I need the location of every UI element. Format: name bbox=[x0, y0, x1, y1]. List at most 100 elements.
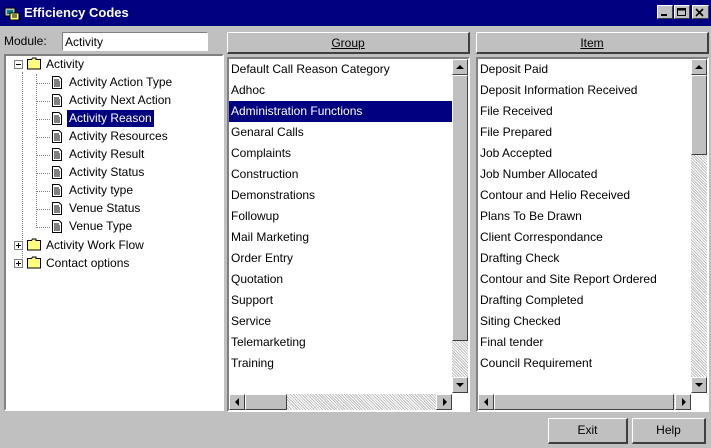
app-icon bbox=[4, 7, 20, 21]
group-list-item[interactable]: Administration Functions bbox=[229, 101, 452, 122]
minimize-button[interactable] bbox=[657, 5, 673, 19]
document-icon bbox=[52, 202, 62, 215]
group-list-item[interactable]: Training bbox=[229, 353, 452, 374]
tree-node-label: Activity bbox=[46, 57, 85, 71]
tree-node-label: Venue Type bbox=[69, 219, 133, 233]
item-list: Deposit Paid Deposit Information Received… bbox=[476, 57, 709, 412]
group-horizontal-scrollbar[interactable] bbox=[229, 394, 452, 410]
scroll-thumb[interactable] bbox=[245, 394, 287, 410]
group-list-item[interactable]: Telemarketing bbox=[229, 332, 452, 353]
tree-node-label: Contact options bbox=[46, 256, 130, 270]
document-icon bbox=[52, 94, 62, 107]
item-list-item[interactable]: Council Requirement bbox=[478, 353, 691, 374]
folder-open-icon bbox=[27, 57, 41, 70]
group-list-item[interactable]: Order Entry bbox=[229, 248, 452, 269]
document-icon bbox=[52, 148, 62, 161]
group-list: Default Call Reason Category Adhoc Adminis… bbox=[227, 57, 470, 412]
item-list-item[interactable]: File Prepared bbox=[478, 122, 691, 143]
scroll-left-button[interactable] bbox=[478, 394, 494, 410]
item-horizontal-scrollbar[interactable] bbox=[478, 394, 691, 410]
scroll-left-button[interactable] bbox=[229, 394, 245, 410]
folder-icon bbox=[27, 238, 41, 251]
module-input[interactable] bbox=[62, 32, 208, 51]
group-list-item[interactable]: Genaral Calls bbox=[229, 122, 452, 143]
module-label: Module: bbox=[4, 34, 47, 48]
arrow-up-icon bbox=[695, 65, 703, 69]
group-list-item[interactable]: Followup bbox=[229, 206, 452, 227]
scroll-thumb[interactable] bbox=[494, 394, 674, 410]
tree-node-label: Activity Resources bbox=[69, 129, 168, 143]
item-header-label: Item bbox=[580, 36, 604, 50]
help-button-label: Help bbox=[656, 423, 681, 437]
tree-collapse-toggle[interactable] bbox=[14, 60, 23, 69]
item-list-item[interactable]: Contour and Helio Received bbox=[478, 185, 691, 206]
item-list-item[interactable]: Drafting Check bbox=[478, 248, 691, 269]
arrow-right-icon bbox=[443, 398, 447, 406]
tree-node-label: Activity Status bbox=[69, 165, 145, 179]
document-icon bbox=[52, 220, 62, 233]
group-list-item[interactable]: Construction bbox=[229, 164, 452, 185]
tree-node-label: Activity Action Type bbox=[69, 75, 173, 89]
scroll-thumb[interactable] bbox=[691, 75, 707, 155]
tree-node-label: Activity Next Action bbox=[69, 93, 172, 107]
item-list-item[interactable]: Plans To Be Drawn bbox=[478, 206, 691, 227]
item-list-item[interactable]: Job Number Allocated bbox=[478, 164, 691, 185]
title-bar: Efficiency Codes bbox=[0, 0, 711, 26]
exit-button[interactable]: Exit bbox=[548, 418, 628, 444]
close-button[interactable] bbox=[692, 5, 709, 19]
group-list-item[interactable]: Complaints bbox=[229, 143, 452, 164]
group-list-item[interactable]: Service bbox=[229, 311, 452, 332]
scroll-up-button[interactable] bbox=[691, 59, 707, 75]
arrow-up-icon bbox=[456, 65, 464, 69]
arrow-right-icon bbox=[682, 398, 686, 406]
maximize-button[interactable] bbox=[674, 5, 690, 19]
tree-node-label: Activity Work Flow bbox=[46, 238, 144, 252]
item-column-header[interactable]: Item bbox=[476, 32, 709, 54]
document-icon bbox=[52, 112, 62, 125]
tree-node-label: Activity type bbox=[69, 183, 134, 197]
item-vertical-scrollbar[interactable] bbox=[691, 59, 707, 393]
plus-icon bbox=[16, 243, 21, 248]
item-list-item[interactable]: Job Accepted bbox=[478, 143, 691, 164]
scroll-up-button[interactable] bbox=[452, 59, 468, 75]
item-list-item[interactable]: Contour and Site Report Ordered bbox=[478, 269, 691, 290]
close-icon bbox=[695, 8, 704, 17]
item-list-item[interactable]: Drafting Completed bbox=[478, 290, 691, 311]
group-list-item[interactable]: Support bbox=[229, 290, 452, 311]
window-title: Efficiency Codes bbox=[24, 5, 129, 20]
item-list-item[interactable]: File Received bbox=[478, 101, 691, 122]
scroll-right-button[interactable] bbox=[436, 394, 452, 410]
group-list-item[interactable]: Default Call Reason Category bbox=[229, 59, 452, 80]
arrow-left-icon bbox=[235, 398, 239, 406]
document-icon bbox=[52, 184, 62, 197]
scroll-down-button[interactable] bbox=[691, 377, 707, 393]
scroll-right-button[interactable] bbox=[675, 394, 691, 410]
group-list-item[interactable]: Demonstrations bbox=[229, 185, 452, 206]
tree-expand-toggle[interactable] bbox=[14, 241, 23, 250]
tree-node-label: Activity Result bbox=[69, 147, 145, 161]
help-button[interactable]: Help bbox=[632, 418, 706, 444]
group-list-item[interactable]: Mail Marketing bbox=[229, 227, 452, 248]
folder-icon bbox=[27, 256, 41, 269]
group-vertical-scrollbar[interactable] bbox=[452, 59, 468, 393]
group-column-header[interactable]: Group bbox=[227, 32, 470, 54]
document-icon bbox=[52, 166, 62, 179]
item-list-item[interactable]: Siting Checked bbox=[478, 311, 691, 332]
arrow-down-icon bbox=[695, 383, 703, 387]
tree-node-label: Venue Status bbox=[69, 201, 141, 215]
module-tree: Activity Activity Action Type Activity Ne… bbox=[4, 54, 224, 411]
item-list-item[interactable]: Deposit Information Received bbox=[478, 80, 691, 101]
scroll-thumb[interactable] bbox=[452, 75, 468, 341]
scroll-down-button[interactable] bbox=[452, 377, 468, 393]
plus-icon bbox=[16, 261, 21, 266]
group-list-item[interactable]: Adhoc bbox=[229, 80, 452, 101]
item-list-item[interactable]: Deposit Paid bbox=[478, 59, 691, 80]
tree-expand-toggle[interactable] bbox=[14, 259, 23, 268]
minus-icon bbox=[16, 64, 21, 65]
item-list-item[interactable]: Client Correspondance bbox=[478, 227, 691, 248]
group-list-item[interactable]: Quotation bbox=[229, 269, 452, 290]
minimize-icon bbox=[661, 14, 667, 16]
item-list-item[interactable]: Final tender bbox=[478, 332, 691, 353]
arrow-left-icon bbox=[484, 398, 488, 406]
exit-button-label: Exit bbox=[577, 423, 598, 437]
